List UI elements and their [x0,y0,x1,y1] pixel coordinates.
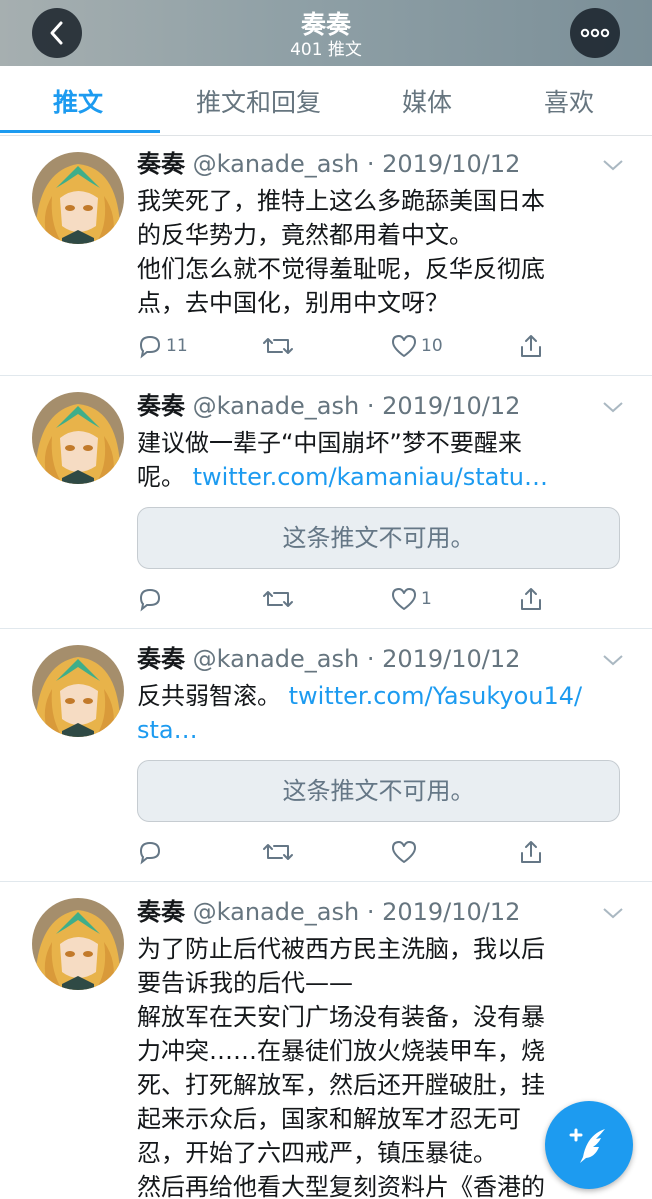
tweet-text-line: 死、打死解放军，然后还开膛破肚，挂 [137,1071,545,1099]
author-name[interactable]: 奏奏 [137,392,185,420]
share-button[interactable] [518,837,544,867]
tweet-text-line: 反共弱智滚。 twitter.com/Yasukyou14/ [137,679,617,713]
tweet-text-line: 建议做一辈子“中国崩坏”梦不要醒来 [137,429,522,457]
tweet-text-fragment: 反共弱智滚。 [137,682,281,710]
like-count: 10 [421,336,443,356]
chevron-down-icon[interactable] [602,906,624,920]
reply-button[interactable] [137,584,163,614]
tweet-text-line: 然后再给他看大型复刻资料片《香港的 [137,1173,545,1199]
tweet[interactable]: 奏奏 @kanade_ash · 2019/10/12 反共弱智滚。 twitt… [0,629,652,882]
author-name[interactable]: 奏奏 [137,645,185,673]
compose-tweet-icon [569,1128,605,1163]
avatar[interactable] [32,898,124,990]
tweet-text-line: 为了防止后代被西方民主洗脑，我以后 [137,935,545,963]
tweet[interactable]: 奏奏 @kanade_ash · 2019/10/12 建议做一辈子“中国崩坏”… [0,376,652,629]
author-name[interactable]: 奏奏 [137,150,185,178]
like-button[interactable]: 1 [390,584,432,614]
profile-tabs: 推文 推文和回复 媒体 喜欢 [0,66,652,136]
tweet-text: 为了防止后代被西方民主洗脑，我以后 要告诉我的后代—— 解放军在天安门广场没有装… [137,932,617,1199]
share-button[interactable] [518,584,544,614]
avatar[interactable] [32,152,124,244]
tweet-text-line: 要告诉我的后代—— [137,969,353,997]
chevron-down-icon[interactable] [602,400,624,414]
reply-icon [139,841,161,865]
like-button[interactable]: 10 [390,331,443,361]
tweet-link[interactable]: twitter.com/kamaniau/statu… [193,463,548,491]
tweet-date: · 2019/10/12 [366,898,521,926]
heart-icon [392,335,416,357]
profile-header: 奏奏 401 推文 [0,0,652,66]
avatar-image [32,645,124,737]
tweet-header: 奏奏 @kanade_ash · 2019/10/12 [137,897,520,927]
heart-icon [392,841,416,863]
tweet-text-line: 起来示众后，国家和解放军才忍无可 [137,1105,521,1133]
retweet-button[interactable] [262,331,294,361]
tweet-text-line: 点，去中国化，别用中文呀？ [137,289,449,317]
like-button[interactable] [390,837,418,867]
tab-tweets[interactable]: 推文 [53,83,103,119]
tweet-text-line: 解放军在天安门广场没有装备，没有暴 [137,1003,545,1031]
tweet-count: 401 推文 [290,40,362,60]
tweet-link[interactable]: twitter.com/Yasukyou14/ [289,682,582,710]
tweet-text-line: 他们怎么就不觉得羞耻呢，反华反彻底 [137,255,545,283]
heart-icon [392,588,416,610]
author-handle[interactable]: @kanade_ash [193,392,360,420]
tweet-text-line: 我笑死了，推特上这么多跪舔美国日本 [137,187,545,215]
share-button[interactable] [518,331,544,361]
reply-button[interactable]: 11 [137,331,188,361]
tab-media[interactable]: 媒体 [402,83,452,119]
author-handle[interactable]: @kanade_ash [193,898,360,926]
reply-icon [139,588,161,612]
tab-likes[interactable]: 喜欢 [544,83,594,119]
tweet-header: 奏奏 @kanade_ash · 2019/10/12 [137,644,520,674]
reply-icon [139,335,161,359]
reply-button[interactable] [137,837,163,867]
retweet-icon [263,844,293,860]
author-handle[interactable]: @kanade_ash [193,645,360,673]
share-icon [521,841,541,863]
tweet-text-fragment: 呢。 [137,463,185,491]
tweet-header: 奏奏 @kanade_ash · 2019/10/12 [137,391,520,421]
tweet-date: · 2019/10/12 [366,645,521,673]
author-name[interactable]: 奏奏 [137,898,185,926]
retweet-icon [263,591,293,607]
more-dots-icon [580,28,610,38]
chevron-down-icon[interactable] [602,158,624,172]
tweet-text: 我笑死了，推特上这么多跪舔美国日本 的反华势力，竟然都用着中文。 他们怎么就不觉… [137,184,617,320]
tweet-date: · 2019/10/12 [366,392,521,420]
tweet-text: 反共弱智滚。 twitter.com/Yasukyou14/ sta… [137,679,617,747]
tweet[interactable]: 奏奏 @kanade_ash · 2019/10/12 我笑死了，推特上这么多跪… [0,137,652,376]
tweet-text: 建议做一辈子“中国崩坏”梦不要醒来 呢。 twitter.com/kamania… [137,426,617,494]
author-handle[interactable]: @kanade_ash [193,150,360,178]
tweet-date: · 2019/10/12 [366,150,521,178]
unavailable-quote-card: 这条推文不可用。 [137,760,620,822]
share-icon [521,335,541,357]
share-icon [521,588,541,610]
tweet-link-continued[interactable]: sta… [137,713,617,747]
compose-tweet-button[interactable] [545,1101,633,1189]
more-button[interactable] [570,8,620,58]
avatar-image [32,392,124,484]
avatar-image [32,152,124,244]
avatar-image [32,898,124,990]
tweet-text-line: 力冲突……在暴徒们放火烧装甲车，烧 [137,1037,545,1065]
avatar[interactable] [32,645,124,737]
reply-count: 11 [166,336,188,356]
like-count: 1 [421,589,432,609]
avatar[interactable] [32,392,124,484]
tweet-header: 奏奏 @kanade_ash · 2019/10/12 [137,149,520,179]
chevron-down-icon[interactable] [602,653,624,667]
tweet-text-line: 呢。 twitter.com/kamaniau/statu… [137,460,617,494]
retweet-icon [263,338,293,354]
tweet-text-line: 的反华势力，竟然都用着中文。 [137,221,473,249]
retweet-button[interactable] [262,584,294,614]
retweet-button[interactable] [262,837,294,867]
active-tab-indicator [0,130,160,133]
unavailable-quote-card: 这条推文不可用。 [137,507,620,569]
tab-tweets-and-replies[interactable]: 推文和回复 [196,83,321,119]
